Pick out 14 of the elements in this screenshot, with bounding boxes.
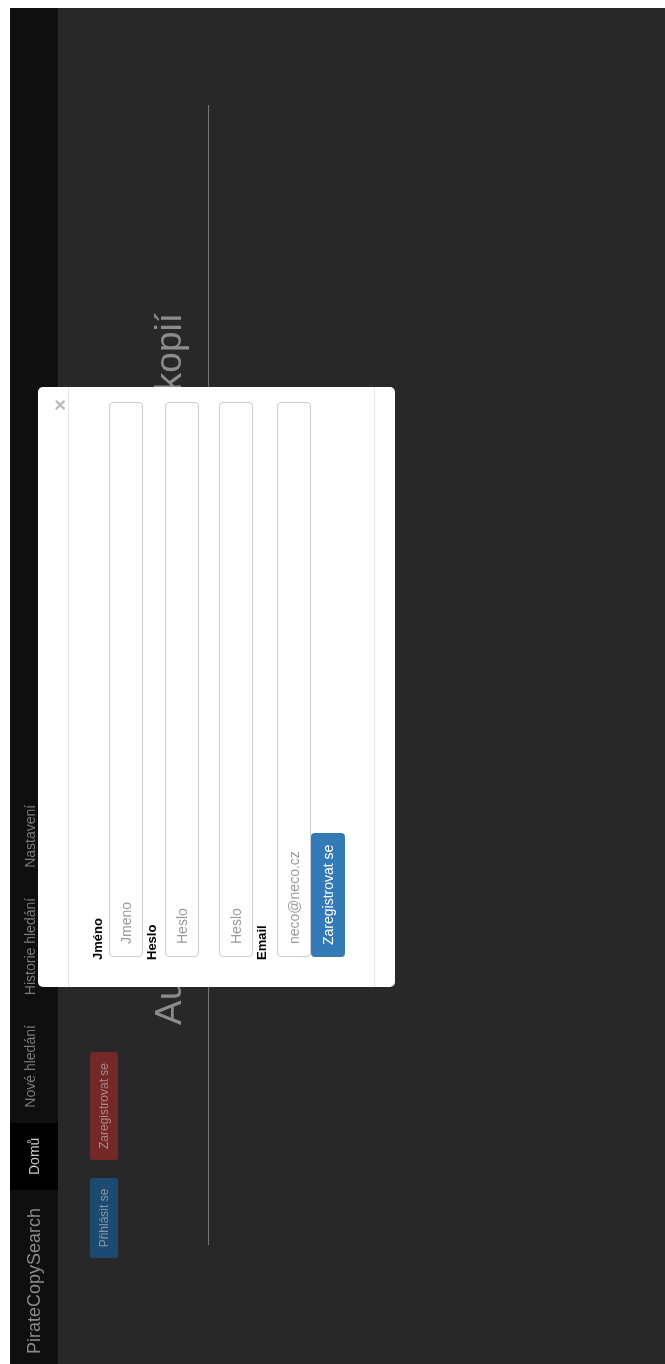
input-field[interactable]: neco@neco.cz	[277, 402, 311, 957]
field-label: Email	[255, 924, 269, 960]
brand-link[interactable]: PirateCopySearch	[10, 1190, 58, 1364]
input-field[interactable]: Jmeno	[109, 402, 143, 957]
input-field[interactable]: Heslo	[165, 402, 199, 957]
input-field[interactable]: Heslo	[219, 402, 253, 957]
nav-link[interactable]: Nové hledání	[10, 1010, 58, 1123]
nav-link[interactable]: Domů	[10, 1122, 58, 1190]
field-label: Jméno	[91, 917, 105, 960]
login-button[interactable]: Přihlásit se	[90, 1178, 118, 1258]
close-button[interactable]: ×	[50, 399, 68, 411]
register-button[interactable]: Zaregistrovat se	[90, 1052, 118, 1160]
field-label: Heslo	[145, 923, 159, 960]
submit-button[interactable]: Zaregistrovat se	[311, 832, 345, 957]
